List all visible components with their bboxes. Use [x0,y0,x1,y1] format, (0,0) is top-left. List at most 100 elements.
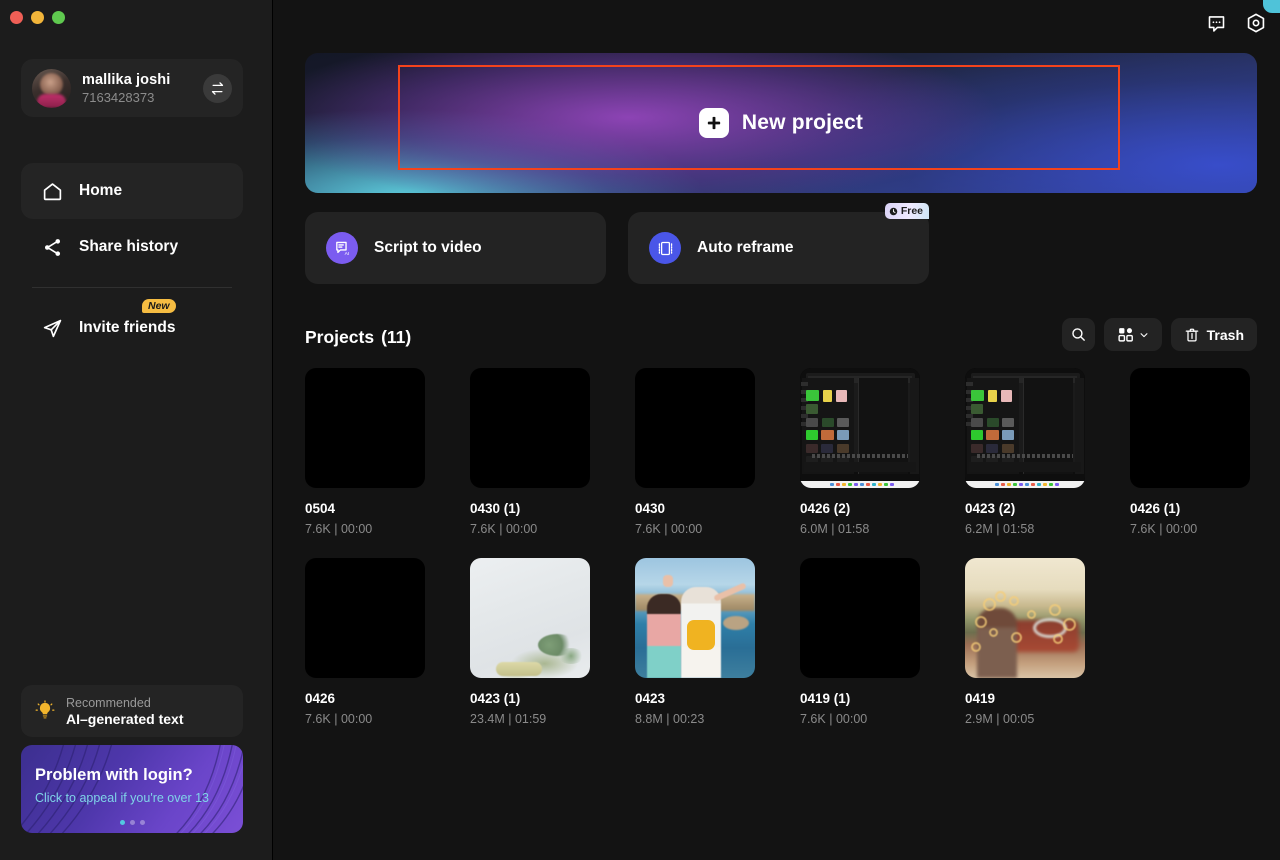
profile-user-id: 7163428373 [82,90,192,105]
project-card[interactable]: 0426 7.6K | 00:00 [305,558,425,726]
trash-icon [1184,327,1200,343]
switch-account-button[interactable] [203,74,232,103]
project-name: 0430 (1) [470,501,590,516]
project-meta: 2.9M | 00:05 [965,712,1085,726]
trash-button[interactable]: Trash [1171,318,1257,351]
project-card[interactable]: 0426 (2) 6.0M | 01:58 [800,368,920,536]
main-content: New project AI Script to video [273,0,1280,860]
close-window-button[interactable] [10,11,23,24]
project-size: 6.2M [965,522,993,536]
promo-carousel-dots [21,820,243,825]
project-duration: 00:05 [1003,712,1034,726]
project-thumbnail[interactable] [965,368,1085,488]
grid-icon [1117,326,1134,343]
project-card[interactable]: 0423 (2) 6.2M | 01:58 [965,368,1085,536]
meta-separator: | [831,522,838,536]
hero-content: New project [305,53,1257,193]
project-card[interactable]: 0423 (1) 23.4M | 01:59 [470,558,590,726]
meta-separator: | [508,712,515,726]
new-project-hero[interactable]: New project [305,53,1257,193]
project-duration: 01:59 [515,712,546,726]
auto-reframe-label: Auto reframe [697,239,793,257]
beach-friends-thumb [635,558,755,678]
script-to-video-label: Script to video [374,239,482,257]
reframe-glyph [657,240,674,257]
projects-count: (11) [381,327,411,348]
project-thumbnail[interactable] [800,368,920,488]
carousel-dot[interactable] [120,820,125,825]
project-card[interactable]: 0504 7.6K | 00:00 [305,368,425,536]
carousel-dot[interactable] [130,820,135,825]
share-icon [42,237,63,258]
sidebar-item-invite-friends-label: Invite friends [79,319,175,337]
project-thumbnail[interactable] [635,368,755,488]
maximize-window-button[interactable] [52,11,65,24]
project-thumbnail[interactable] [305,368,425,488]
project-card[interactable]: 0423 8.8M | 00:23 [635,558,755,726]
project-meta: 6.0M | 01:58 [800,522,920,536]
project-size: 7.6K [800,712,826,726]
reframe-icon [649,232,681,264]
projects-title: Projects [305,327,374,348]
home-icon [42,181,63,202]
sidebar: mallika joshi 7163428373 Home [0,0,273,860]
settings-button[interactable] [1243,10,1269,36]
profile-card[interactable]: mallika joshi 7163428373 [21,59,243,117]
project-size: 8.8M [635,712,663,726]
project-thumbnail[interactable] [965,558,1085,678]
sidebar-item-invite-friends[interactable]: Invite friends New [21,300,243,356]
project-size: 6.0M [800,522,828,536]
settings-icon [1245,12,1267,34]
avatar [32,69,71,108]
script-ai-icon: AI [326,232,358,264]
project-card[interactable]: 0430 (1) 7.6K | 00:00 [470,368,590,536]
project-thumbnail[interactable] [470,368,590,488]
carousel-dot[interactable] [140,820,145,825]
feedback-button[interactable] [1203,10,1229,36]
projects-grid: 0504 7.6K | 00:00 0430 (1) 7.6K | 00:00 [305,368,1265,748]
project-meta: 7.6K | 00:00 [305,712,425,726]
project-duration: 00:00 [671,522,702,536]
project-duration: 00:00 [506,522,537,536]
sidebar-item-share-history[interactable]: Share history [21,219,243,275]
project-thumbnail[interactable] [305,558,425,678]
editor-screenshot-thumb [965,368,1085,488]
projects-row: 0426 7.6K | 00:00 0423 (1) [305,558,1085,726]
project-duration: 00:00 [341,522,372,536]
sidebar-nav: Home Share history Invite friends [21,163,243,356]
minimize-window-button[interactable] [31,11,44,24]
recommended-texts: Recommended AI–generated text [66,696,183,727]
project-card[interactable]: 0430 7.6K | 00:00 [635,368,755,536]
project-thumbnail[interactable] [470,558,590,678]
new-badge: New [142,299,176,313]
search-button[interactable] [1062,318,1095,351]
switch-arrows-icon [210,81,225,96]
project-duration: 00:00 [836,712,867,726]
recommended-card[interactable]: Recommended AI–generated text [21,685,243,737]
auto-reframe-tile[interactable]: Auto reframe Free [628,212,929,284]
trash-label: Trash [1207,327,1244,343]
search-icon [1070,326,1087,343]
project-name: 0426 (2) [800,501,920,516]
view-mode-button[interactable] [1104,318,1162,351]
meta-separator: | [829,712,836,726]
project-meta: 7.6K | 00:00 [800,712,920,726]
recommended-eyebrow: Recommended [66,696,183,710]
promo-banner[interactable]: Problem with login? Click to appeal if y… [21,745,243,833]
project-size: 2.9M [965,712,993,726]
project-card[interactable]: 0426 (1) 7.6K | 00:00 [1130,368,1250,536]
project-thumbnail[interactable] [635,558,755,678]
project-card[interactable]: 0419 (1) 7.6K | 00:00 [800,558,920,726]
script-to-video-tile[interactable]: AI Script to video [305,212,606,284]
profile-meta: mallika joshi 7163428373 [82,72,192,105]
sidebar-item-home[interactable]: Home [21,163,243,219]
project-thumbnail[interactable] [800,558,920,678]
project-size: 7.6K [1130,522,1156,536]
lightbulb-icon [34,700,56,722]
projects-toolbar: Trash [1062,318,1257,351]
project-duration: 01:58 [838,522,869,536]
project-thumbnail[interactable] [1130,368,1250,488]
project-name: 0423 (1) [470,691,590,706]
project-card[interactable]: 0419 2.9M | 00:05 [965,558,1085,726]
meta-separator: | [1159,522,1166,536]
